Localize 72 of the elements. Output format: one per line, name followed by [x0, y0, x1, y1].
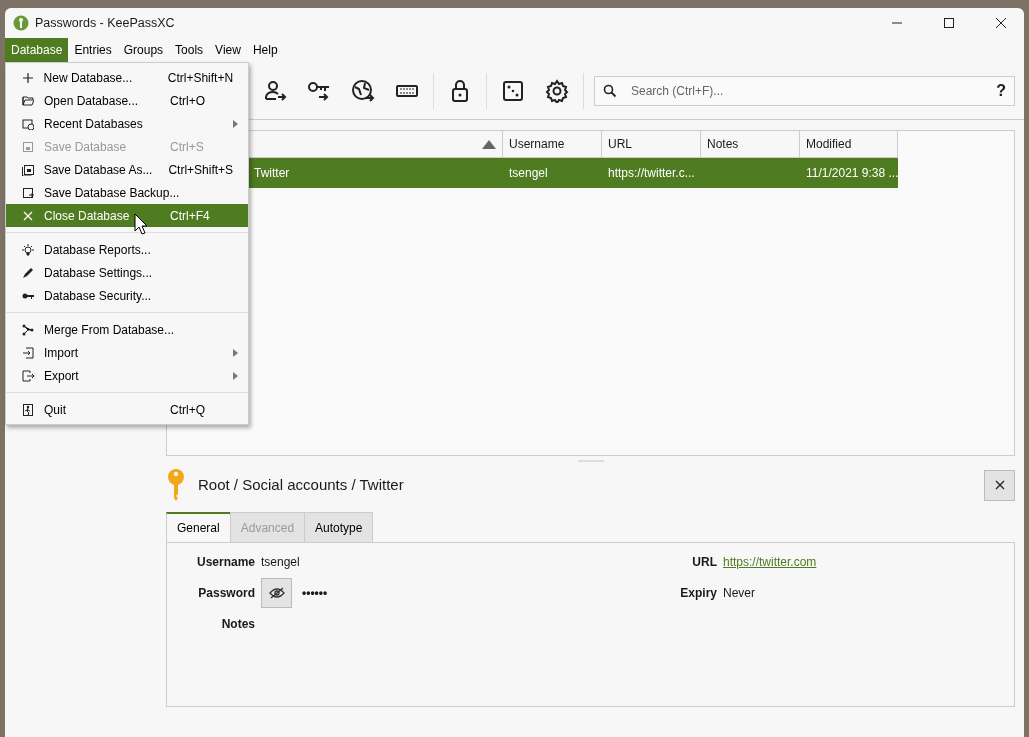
submenu-arrow-icon: [233, 119, 238, 128]
field-value: Never: [723, 585, 755, 602]
menu-item[interactable]: Import: [6, 341, 248, 364]
field-label: Username: [195, 554, 255, 571]
table-cell[interactable]: https://twitter.c...: [602, 158, 701, 188]
submenu-arrow-icon: [233, 348, 238, 357]
menu-item-icon: [22, 403, 34, 416]
entry-path: Root / Social accounts / Twitter: [198, 474, 405, 495]
menu-item-icon: [22, 94, 34, 107]
menu-bar-item[interactable]: Groups: [117, 38, 170, 62]
key-icon: [166, 468, 186, 502]
menu-item-icon: [22, 209, 34, 222]
app-logo-icon: [13, 15, 29, 31]
password-value: ••••••: [302, 585, 328, 602]
menu-item[interactable]: Save Database As... Ctrl+Shift+S: [6, 158, 248, 181]
menu-bar-item[interactable]: Help: [246, 38, 284, 62]
tab[interactable]: General: [166, 512, 231, 542]
menu-item-icon: [22, 266, 34, 279]
field-label: Expiry: [679, 585, 717, 602]
table-cell[interactable]: tsengel: [503, 158, 602, 188]
window-title: Passwords - KeePassXC: [35, 14, 176, 32]
field-label: Notes: [220, 616, 255, 633]
menu-item[interactable]: Recent Databases: [6, 112, 248, 135]
toggle-password-button[interactable]: [261, 578, 292, 608]
menu-item[interactable]: Merge From Database...: [6, 318, 248, 341]
close-icon[interactable]: [995, 17, 1007, 29]
menu-bar-item[interactable]: Database: [5, 38, 69, 62]
user-arrow-icon[interactable]: [263, 78, 287, 103]
menu-item-icon: [22, 117, 34, 130]
submenu-arrow-icon: [233, 371, 238, 380]
tab[interactable]: Autotype: [304, 512, 374, 542]
column-header[interactable]: Notes: [707, 135, 793, 153]
menu-item-icon: [22, 346, 34, 359]
menu-item[interactable]: Close Database Ctrl+F4: [6, 204, 248, 227]
column-header[interactable]: Modified: [806, 135, 891, 153]
menu-item[interactable]: Save Database Backup...: [6, 181, 248, 204]
menu-item[interactable]: Export: [6, 364, 248, 387]
menu-item-icon: [22, 186, 34, 199]
field-label: Password: [197, 585, 255, 602]
menu-item[interactable]: New Database... Ctrl+Shift+N: [6, 66, 248, 89]
search-field[interactable]: Search (Ctrl+F)... ?: [594, 75, 1015, 106]
close-icon: [994, 480, 1005, 490]
menu-item-icon: [22, 369, 34, 382]
menu-item[interactable]: Open Database... Ctrl+O: [6, 89, 248, 112]
menu-bar-item[interactable]: Entries: [68, 38, 118, 62]
menu-item[interactable]: Quit Ctrl+Q: [6, 398, 248, 421]
settings-icon[interactable]: [545, 78, 569, 103]
menu-item-icon: [22, 243, 34, 256]
field-label: URL: [691, 554, 717, 571]
menu-item-icon: [21, 71, 34, 84]
menu-item[interactable]: Database Security...: [6, 284, 248, 307]
table-cell[interactable]: 11/1/2021 9:38 ...: [800, 158, 898, 188]
help-icon[interactable]: ?: [996, 78, 1006, 103]
menu-bar-item[interactable]: Tools: [169, 38, 210, 62]
mouse-pointer-icon: [134, 213, 148, 235]
dice-icon[interactable]: [501, 78, 525, 103]
table-cell[interactable]: Twitter: [248, 158, 503, 188]
search-icon: [603, 83, 617, 98]
menu-item-icon: [21, 163, 34, 176]
url-link[interactable]: https://twitter.com: [723, 553, 817, 571]
menu-item[interactable]: Database Reports...: [6, 238, 248, 261]
menu-item[interactable]: Database Settings...: [6, 261, 248, 284]
menu-bar-item[interactable]: View: [209, 38, 247, 62]
menu-item-icon: [22, 140, 34, 153]
eye-slash-icon: [268, 587, 285, 599]
column-header[interactable]: Username: [509, 135, 595, 153]
column-header[interactable]: URL: [608, 135, 694, 153]
sort-ascending-icon[interactable]: [482, 139, 496, 149]
close-button[interactable]: [984, 469, 1015, 501]
maximize-icon[interactable]: [943, 17, 955, 29]
menu-item-icon: [22, 323, 34, 336]
field-value: tsengel: [261, 554, 300, 571]
